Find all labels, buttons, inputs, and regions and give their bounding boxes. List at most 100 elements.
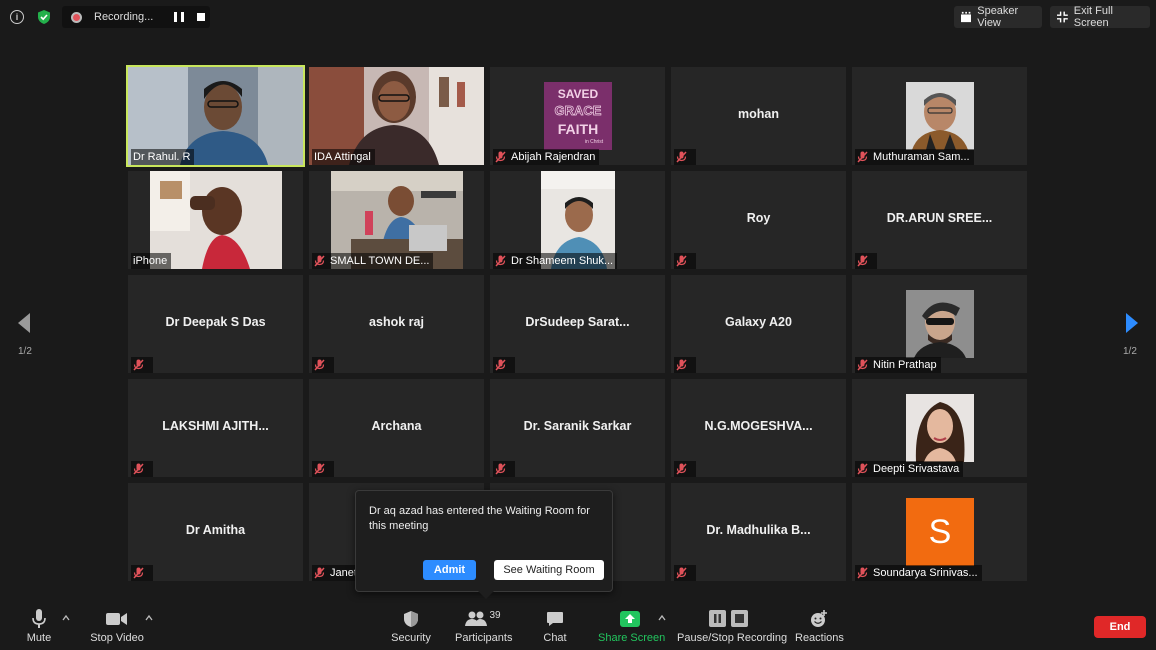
recording-indicator: Recording... [62, 6, 210, 28]
participant-display-name: N.G.MOGESHVA... [704, 419, 813, 433]
previous-page-button[interactable]: 1/2 [0, 285, 50, 365]
mic-muted-icon [857, 567, 868, 579]
participant-name: Dr Rahul. R [131, 149, 195, 165]
participant-tile[interactable]: Dr. Madhulika B... [671, 483, 846, 581]
svg-text:SAVED: SAVED [558, 87, 599, 101]
participant-name [855, 253, 877, 269]
pause-stop-recording-button[interactable]: Pause/Stop Recording [677, 608, 788, 648]
recording-dot-icon [71, 11, 82, 23]
participant-tile[interactable]: DR.ARUN SREE... [852, 171, 1027, 269]
participant-display-name: LAKSHMI AJITH... [162, 419, 269, 433]
page-indicator: 1/2 [1123, 346, 1137, 357]
mic-muted-icon [676, 463, 687, 475]
participant-tile[interactable]: Dr Deepak S Das [128, 275, 303, 373]
chevron-right-icon [1126, 313, 1138, 333]
participant-name: Muthuraman Sam... [855, 149, 974, 165]
mic-muted-icon [857, 463, 868, 475]
recording-control-label: Pause/Stop Recording [677, 632, 788, 644]
see-waiting-room-button[interactable]: See Waiting Room [494, 560, 604, 580]
participants-count: 39 [489, 609, 501, 621]
mic-muted-icon [495, 255, 506, 267]
security-button[interactable]: Security [389, 608, 433, 648]
profile-picture [906, 82, 974, 150]
participant-tile[interactable]: mohan [671, 67, 846, 165]
participant-tile[interactable]: ashok raj [309, 275, 484, 373]
share-screen-icon [620, 611, 640, 627]
participant-name: IDA Attingal [312, 149, 375, 165]
video-options-caret-icon[interactable] [145, 614, 153, 622]
participant-tile[interactable]: N.G.MOGESHVA... [671, 379, 846, 477]
participant-tile[interactable]: Galaxy A20 [671, 275, 846, 373]
chat-button[interactable]: Chat [540, 608, 570, 648]
mic-muted-icon [676, 567, 687, 579]
participant-name [493, 461, 515, 477]
participant-tile[interactable]: S Soundarya Srinivas... [852, 483, 1027, 581]
participant-name [674, 253, 696, 269]
participant-tile[interactable]: Deepti Srivastava [852, 379, 1027, 477]
participant-tile[interactable]: Archana [309, 379, 484, 477]
mic-muted-icon [676, 151, 687, 163]
participant-display-name: Dr Amitha [185, 523, 246, 537]
stop-recording-icon[interactable] [197, 13, 205, 21]
share-screen-button[interactable]: Share Screen [598, 608, 665, 648]
participant-tile[interactable]: Dr Shameem Shuk... [490, 171, 665, 269]
participant-tile[interactable]: IDA Attingal [309, 67, 484, 165]
pause-recording-icon[interactable] [174, 12, 184, 22]
end-meeting-button[interactable]: End [1094, 616, 1146, 638]
popup-pointer [478, 591, 494, 599]
exit-fullscreen-button[interactable]: Exit Full Screen [1050, 5, 1150, 29]
share-options-caret-icon[interactable] [658, 614, 666, 622]
participant-name: Abijah Rajendran [493, 149, 600, 165]
participant-display-name: Dr. Madhulika B... [706, 523, 811, 537]
participant-display-name: mohan [738, 107, 779, 121]
participant-tile[interactable]: Nitin Prathap [852, 275, 1027, 373]
mic-muted-icon [314, 463, 325, 475]
encryption-shield-icon[interactable] [36, 9, 52, 25]
reactions-smiley-icon [811, 610, 827, 627]
participant-display-name: ashok raj [369, 315, 424, 329]
participant-tile[interactable]: LAKSHMI AJITH... [128, 379, 303, 477]
exit-fullscreen-icon [1057, 11, 1068, 23]
participant-name [131, 461, 153, 477]
svg-text:in Christ: in Christ [585, 139, 604, 145]
participants-button[interactable]: 39 Participants [455, 608, 512, 648]
audio-options-caret-icon[interactable] [62, 614, 70, 622]
next-page-button[interactable]: 1/2 [1106, 285, 1156, 365]
mic-muted-icon [676, 359, 687, 371]
mute-button[interactable]: Mute [20, 608, 58, 648]
admit-button[interactable]: Admit [423, 560, 476, 580]
speaker-view-button[interactable]: Speaker View [954, 5, 1042, 29]
reactions-label: Reactions [795, 632, 844, 644]
participant-display-name: DrSudeep Sarat... [525, 315, 630, 329]
stop-video-button[interactable]: Stop Video [88, 608, 146, 648]
participant-tile[interactable]: Muthuraman Sam... [852, 67, 1027, 165]
mic-muted-icon [857, 151, 868, 163]
recording-label: Recording... [94, 11, 154, 23]
mic-muted-icon [495, 151, 506, 163]
page-indicator: 1/2 [18, 346, 32, 357]
meeting-info-icon[interactable]: i [10, 10, 24, 24]
profile-picture [906, 394, 974, 462]
participant-tile[interactable]: Dr Amitha [128, 483, 303, 581]
mute-label: Mute [26, 632, 52, 644]
participant-name: iPhone [131, 253, 172, 269]
mic-muted-icon [495, 463, 506, 475]
participant-tile[interactable]: SAVED GRACE FAITH in Christ Abijah Rajen… [490, 67, 665, 165]
mic-muted-icon [314, 567, 325, 579]
participant-tile[interactable]: Dr. Saranik Sarkar [490, 379, 665, 477]
participant-name [312, 461, 334, 477]
mic-muted-icon [495, 359, 506, 371]
participant-tile[interactable]: SMALL TOWN DE... [309, 171, 484, 269]
reactions-button[interactable]: Reactions [795, 608, 844, 648]
participant-name: SMALL TOWN DE... [312, 253, 434, 269]
participant-tile[interactable]: Roy [671, 171, 846, 269]
participant-tile[interactable]: iPhone [128, 171, 303, 269]
microphone-icon [32, 609, 46, 628]
participant-tile[interactable]: DrSudeep Sarat... [490, 275, 665, 373]
participant-display-name: Archana [371, 419, 422, 433]
waiting-room-notification: Dr aq azad has entered the Waiting Room … [355, 490, 613, 599]
waiting-room-message: Dr aq azad has entered the Waiting Room … [369, 505, 590, 532]
participant-tile[interactable]: Dr Rahul. R [126, 65, 305, 167]
mic-muted-icon [133, 359, 144, 371]
speaker-view-label: Speaker View [977, 5, 1019, 29]
